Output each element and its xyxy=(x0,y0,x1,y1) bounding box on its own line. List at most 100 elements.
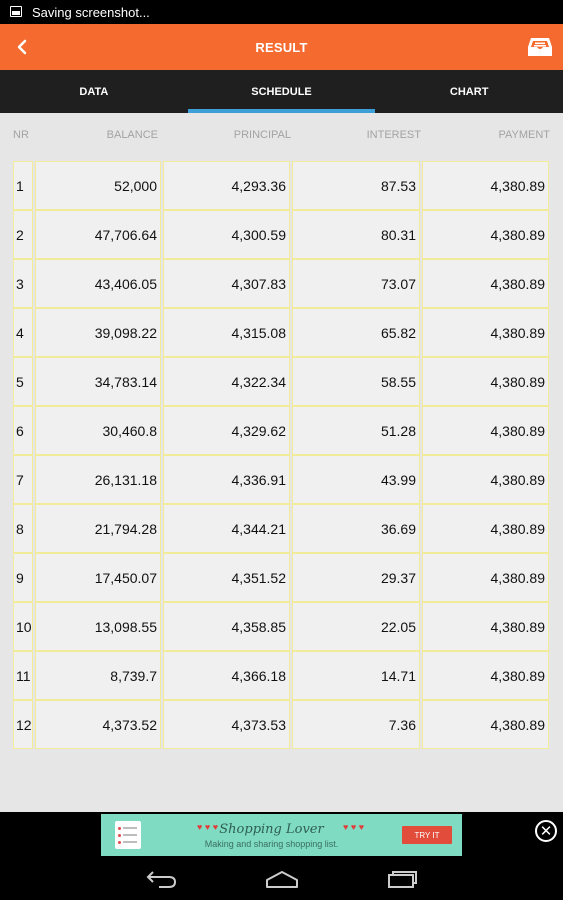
cell-nr: 6 xyxy=(13,406,33,455)
cell-principal: 4,329.62 xyxy=(163,406,290,455)
cell-nr: 12 xyxy=(13,700,33,749)
header-nr: NR xyxy=(13,129,29,141)
cell-balance: 13,098.55 xyxy=(35,602,161,651)
cell-balance: 26,131.18 xyxy=(35,455,161,504)
cell-interest: 51.28 xyxy=(292,406,420,455)
nav-back-button[interactable] xyxy=(142,864,182,894)
inbox-icon xyxy=(528,38,552,56)
cell-principal: 4,366.18 xyxy=(163,651,290,700)
cell-nr: 4 xyxy=(13,308,33,357)
screenshot-icon xyxy=(10,6,22,18)
cell-interest: 14.71 xyxy=(292,651,420,700)
schedule-grid: 1 52,000 4,293.36 87.53 4,380.89 2 47,706.64 4,… xyxy=(13,161,550,749)
tab-schedule-label: SCHEDULE xyxy=(251,85,312,98)
cell-principal: 4,307.83 xyxy=(163,259,290,308)
cell-principal: 4,358.85 xyxy=(163,602,290,651)
cell-interest: 36.69 xyxy=(292,504,420,553)
cell-balance: 43,406.05 xyxy=(35,259,161,308)
nav-recents-icon xyxy=(388,871,417,888)
cell-interest: 80.31 xyxy=(292,210,420,259)
header-balance: BALANCE xyxy=(106,129,158,141)
status-bar: Saving screenshot... xyxy=(0,0,563,24)
nav-home-button[interactable] xyxy=(262,864,302,894)
heart-decoration-icon: ♥ ♥ ♥ xyxy=(343,822,365,832)
cell-interest: 87.53 xyxy=(292,161,420,210)
inbox-button[interactable] xyxy=(525,32,555,62)
table-row: 12 4,373.52 4,373.53 7.36 4,380.89 xyxy=(13,700,550,749)
cell-balance: 30,460.8 xyxy=(35,406,161,455)
cell-payment: 4,380.89 xyxy=(422,357,549,406)
cell-payment: 4,380.89 xyxy=(422,651,549,700)
cell-interest: 22.05 xyxy=(292,602,420,651)
cell-principal: 4,300.59 xyxy=(163,210,290,259)
system-nav-bar xyxy=(0,858,563,900)
tab-bar: DATA SCHEDULE CHART xyxy=(0,70,563,113)
heart-decoration-icon: ♥ ♥ ♥ xyxy=(197,822,219,832)
cell-payment: 4,380.89 xyxy=(422,161,549,210)
table-row: 3 43,406.05 4,307.83 73.07 4,380.89 xyxy=(13,259,550,308)
cell-balance: 17,450.07 xyxy=(35,553,161,602)
cell-balance: 8,739.7 xyxy=(35,651,161,700)
table-row: 1 52,000 4,293.36 87.53 4,380.89 xyxy=(13,161,550,210)
tab-chart[interactable]: CHART xyxy=(375,70,563,113)
cell-nr: 7 xyxy=(13,455,33,504)
app-screen: Saving screenshot... RESULT DATA SCHEDUL… xyxy=(0,0,563,900)
cell-principal: 4,351.52 xyxy=(163,553,290,602)
cell-interest: 43.99 xyxy=(292,455,420,504)
table-row: 9 17,450.07 4,351.52 29.37 4,380.89 xyxy=(13,553,550,602)
cell-payment: 4,380.89 xyxy=(422,553,549,602)
table-row: 11 8,739.7 4,366.18 14.71 4,380.89 xyxy=(13,651,550,700)
ad-area: ♥ ♥ ♥ ♥ ♥ ♥ Shopping Lover Making and sh… xyxy=(0,812,563,858)
cell-payment: 4,380.89 xyxy=(422,259,549,308)
status-text: Saving screenshot... xyxy=(32,4,150,20)
cell-nr: 2 xyxy=(13,210,33,259)
nav-home-icon xyxy=(266,871,298,888)
cell-balance: 21,794.28 xyxy=(35,504,161,553)
ad-try-button[interactable]: TRY IT xyxy=(402,826,452,844)
header-payment: PAYMENT xyxy=(498,129,550,141)
tab-chart-label: CHART xyxy=(449,85,489,98)
cell-interest: 73.07 xyxy=(292,259,420,308)
table-row: 2 47,706.64 4,300.59 80.31 4,380.89 xyxy=(13,210,550,259)
header-principal: PRINCIPAL xyxy=(233,129,291,141)
cell-principal: 4,344.21 xyxy=(163,504,290,553)
cell-payment: 4,380.89 xyxy=(422,602,549,651)
cell-payment: 4,380.89 xyxy=(422,504,549,553)
app-bar: RESULT xyxy=(0,24,563,70)
cell-principal: 4,336.91 xyxy=(163,455,290,504)
nav-back-icon xyxy=(146,871,177,888)
nav-recents-button[interactable] xyxy=(382,864,422,894)
cell-interest: 58.55 xyxy=(292,357,420,406)
cell-nr: 5 xyxy=(13,357,33,406)
tab-data-label: DATA xyxy=(79,85,109,98)
cell-payment: 4,380.89 xyxy=(422,455,549,504)
close-circle-icon[interactable]: ✕ xyxy=(535,820,557,842)
cell-balance: 4,373.52 xyxy=(35,700,161,749)
table-row: 10 13,098.55 4,358.85 22.05 4,380.89 xyxy=(13,602,550,651)
table-row: 8 21,794.28 4,344.21 36.69 4,380.89 xyxy=(13,504,550,553)
table-row: 4 39,098.22 4,315.08 65.82 4,380.89 xyxy=(13,308,550,357)
cell-principal: 4,373.53 xyxy=(163,700,290,749)
cell-interest: 7.36 xyxy=(292,700,420,749)
cell-principal: 4,293.36 xyxy=(163,161,290,210)
back-button[interactable] xyxy=(0,24,44,70)
cell-nr: 10 xyxy=(13,602,33,651)
back-arrow-icon xyxy=(17,39,27,55)
ad-banner[interactable]: ♥ ♥ ♥ ♥ ♥ ♥ Shopping Lover Making and sh… xyxy=(101,814,462,856)
cell-interest: 29.37 xyxy=(292,553,420,602)
tab-data[interactable]: DATA xyxy=(0,70,188,113)
cell-nr: 3 xyxy=(13,259,33,308)
ad-subtitle: Making and sharing shopping list. xyxy=(204,838,339,849)
table-row: 5 34,783.14 4,322.34 58.55 4,380.89 xyxy=(13,357,550,406)
cell-nr: 9 xyxy=(13,553,33,602)
cell-payment: 4,380.89 xyxy=(422,700,549,749)
table-row: 6 30,460.8 4,329.62 51.28 4,380.89 xyxy=(13,406,550,455)
cell-balance: 47,706.64 xyxy=(35,210,161,259)
cell-payment: 4,380.89 xyxy=(422,308,549,357)
schedule-table-area[interactable]: NR BALANCE PRINCIPAL INTEREST PAYMENT 15… xyxy=(0,113,563,812)
list-app-icon xyxy=(115,821,141,849)
cell-balance: 39,098.22 xyxy=(35,308,161,357)
tab-schedule[interactable]: SCHEDULE xyxy=(187,70,376,113)
cell-balance: 34,783.14 xyxy=(35,357,161,406)
cell-nr: 8 xyxy=(13,504,33,553)
